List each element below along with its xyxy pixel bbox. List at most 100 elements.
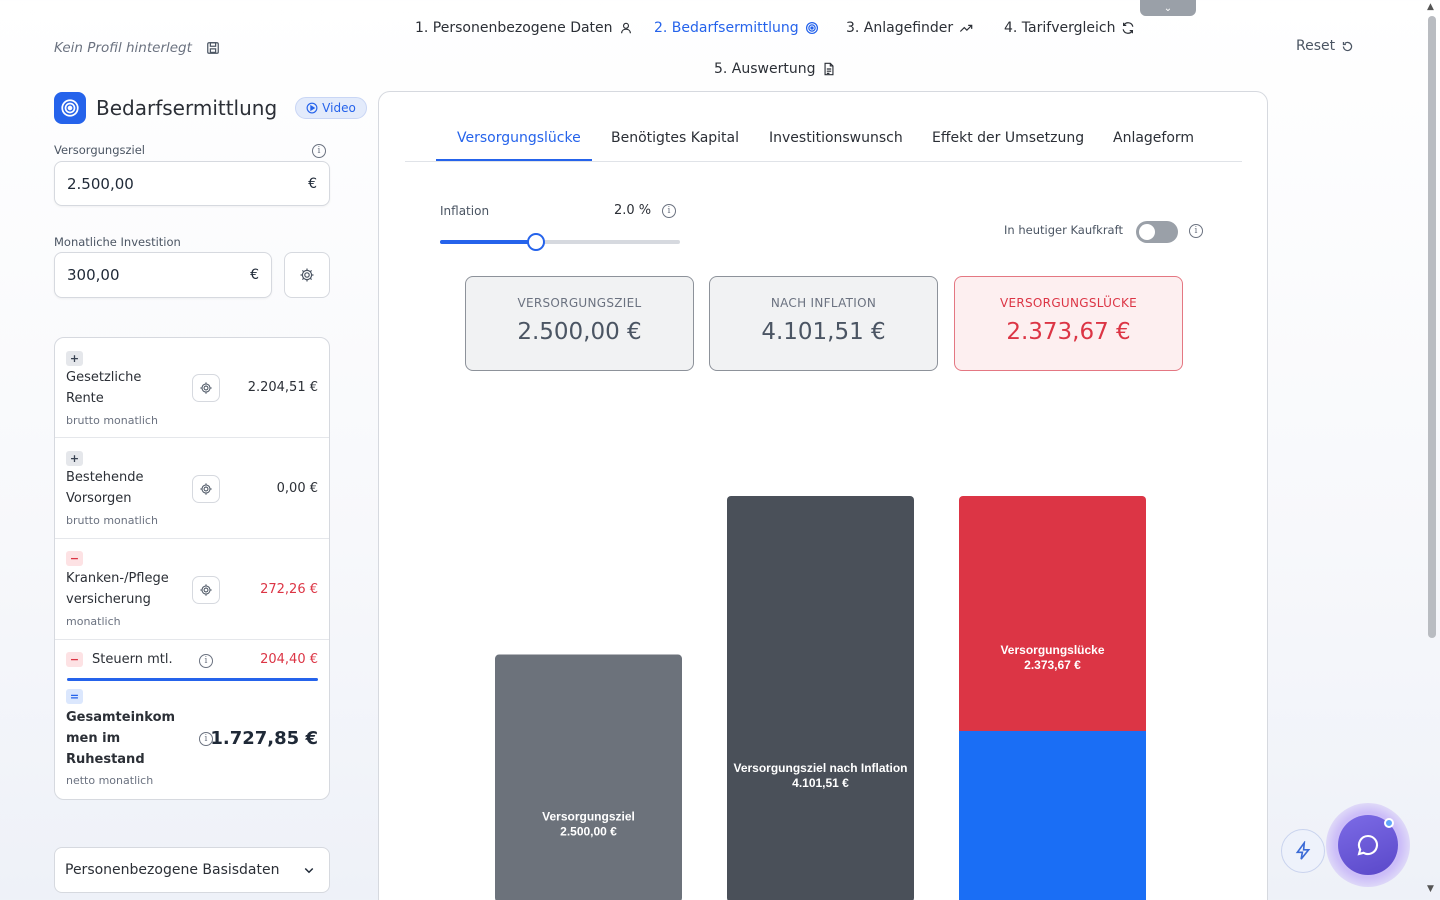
currency-unit: € (250, 267, 259, 283)
video-label: Video (322, 101, 356, 115)
chevron-down-icon: ⌄ (1163, 2, 1173, 14)
investition-settings-button[interactable] (284, 252, 330, 298)
income-value: 2.204,51 € (247, 380, 318, 395)
target-icon (54, 92, 86, 124)
versorgungsziel-label: Versorgungsziel (54, 143, 146, 157)
income-sub: brutto monatlich (66, 514, 158, 527)
step-personenbezogene-daten[interactable]: 1. Personenbezogene Daten (415, 20, 633, 36)
chart-bar-label: Versorgungsziel nach Inflation (733, 761, 907, 775)
step-tarifvergleich[interactable]: 4. Tarifvergleich (1004, 20, 1135, 36)
document-icon (823, 62, 834, 76)
income-row-gesamt: = Gesamteinkom men im Ruhestand netto mo… (55, 685, 329, 799)
income-label-line: Bestehende (66, 470, 144, 485)
page-header: Bedarfsermittlung Video (54, 92, 367, 124)
info-icon[interactable]: i (312, 144, 326, 158)
save-icon[interactable] (206, 41, 220, 55)
divider-line (67, 678, 318, 681)
chat-button[interactable] (1326, 803, 1410, 887)
quick-actions-button[interactable] (1281, 829, 1325, 873)
chevron-down-icon (304, 867, 314, 874)
undo-icon (1342, 41, 1353, 51)
step-label: 2. Bedarfsermittlung (654, 20, 799, 36)
reset-button[interactable]: Reset (1296, 38, 1354, 54)
step-auswertung[interactable]: 5. Auswertung (714, 61, 836, 77)
chart-bar-value-label: 2.373,67 € (1024, 658, 1081, 672)
input-value: 2.500,00 (67, 174, 134, 193)
income-value: 0,00 € (276, 481, 318, 496)
info-icon[interactable]: i (199, 654, 213, 668)
chart-bar (495, 654, 682, 900)
income-sub: monatlich (66, 615, 121, 628)
plus-sign: + (66, 351, 83, 366)
minus-sign: − (66, 551, 83, 566)
target-icon (805, 21, 818, 35)
vorsorgen-settings-button[interactable] (192, 475, 220, 503)
reset-label: Reset (1296, 38, 1336, 54)
steuern-value: 204,40 € (260, 652, 318, 667)
versorgungsziel-input[interactable]: 2.500,00 € (54, 161, 330, 206)
scrollbar-thumb[interactable] (1428, 16, 1436, 638)
trend-up-icon (960, 24, 973, 32)
basisdaten-dropdown[interactable]: Personenbezogene Basisdaten (54, 847, 330, 893)
income-value: 272,26 € (260, 582, 318, 597)
income-row-bestehende-vorsorgen: + Bestehende Vorsorgen brutto monatlich … (55, 438, 329, 539)
page-title: Bedarfsermittlung (96, 96, 278, 120)
main-panel: Versorgungslücke Benötigtes Kapital Inve… (378, 91, 1268, 900)
refresh-icon (1123, 22, 1134, 34)
basisdaten-label: Personenbezogene Basisdaten (65, 862, 280, 878)
gesamt-sub: netto monatlich (66, 774, 154, 787)
chart-bar-gap (959, 496, 1146, 737)
step-label: 1. Personenbezogene Daten (415, 20, 613, 36)
income-row-krankenversicherung: − Kranken-/Pflege versicherung monatlich… (55, 539, 329, 640)
step-label: 5. Auswertung (714, 61, 816, 77)
income-sub: brutto monatlich (66, 414, 158, 427)
rente-settings-button[interactable] (192, 374, 220, 402)
steuern-label: Steuern mtl. (92, 652, 173, 667)
gesamt-label-line: Gesamteinkom (66, 710, 176, 725)
income-row-steuern: − Steuern mtl. i 204,40 € (55, 640, 329, 685)
user-icon (620, 22, 631, 34)
income-row-gesetzliche-rente: + Gesetzliche Rente brutto monatlich 2.2… (55, 338, 329, 438)
lightning-icon (1295, 841, 1311, 860)
gesamt-label-line: men im (66, 731, 121, 746)
gesamt-value: 1.727,85 € (210, 728, 318, 749)
chat-bubble-icon (1357, 834, 1379, 856)
profile-text: Kein Profil hinterlegt (54, 40, 192, 56)
income-label-line: Vorsorgen (66, 491, 132, 506)
income-label: Gesetzliche Rente (66, 367, 141, 409)
equals-sign: = (66, 689, 83, 704)
scroll-down-arrow[interactable]: ▼ (1427, 884, 1434, 894)
chart-bar-income-segment (959, 730, 1146, 900)
chart-bar (727, 496, 914, 900)
gear-icon (300, 268, 314, 282)
investition-label: Monatliche Investition (54, 235, 181, 249)
notification-dot (1384, 818, 1394, 828)
chart-bar-value-label: 4.101,51 € (792, 776, 849, 790)
income-label: Bestehende Vorsorgen (66, 467, 144, 509)
step-anlagefinder[interactable]: 3. Anlagefinder (846, 20, 973, 36)
chat-button-inner (1338, 815, 1398, 875)
chart-bar-value-label: 2.500,00 € (560, 825, 617, 839)
minus-sign: − (66, 652, 83, 667)
chart-bar-label: Versorgungslücke (1000, 643, 1104, 657)
play-icon (306, 102, 318, 114)
gesamt-label-line: Ruhestand (66, 752, 145, 767)
investition-input[interactable]: 300,00 € (54, 252, 272, 298)
income-label-line: Kranken-/Pflege (66, 571, 169, 586)
scroll-up-arrow[interactable]: ▲ (1427, 2, 1434, 12)
currency-unit: € (308, 175, 317, 192)
chart-bar-label: Versorgungsziel (542, 810, 635, 824)
step-bedarfsermittlung[interactable]: 2. Bedarfsermittlung (654, 20, 819, 36)
income-label: Kranken-/Pflege versicherung (66, 568, 169, 610)
kranken-settings-button[interactable] (192, 576, 220, 604)
step-label: 4. Tarifvergleich (1004, 20, 1116, 36)
video-button[interactable]: Video (295, 97, 367, 119)
income-breakdown-card: + Gesetzliche Rente brutto monatlich 2.2… (54, 337, 330, 800)
gear-icon (200, 584, 212, 596)
income-label-line: Gesetzliche (66, 370, 142, 385)
collapse-steps-handle[interactable]: ⌄ (1140, 0, 1196, 16)
income-label-line: versicherung (66, 592, 151, 607)
plus-sign: + (66, 451, 83, 466)
gesamt-label: Gesamteinkom men im Ruhestand (66, 707, 175, 770)
gear-icon (200, 382, 212, 394)
